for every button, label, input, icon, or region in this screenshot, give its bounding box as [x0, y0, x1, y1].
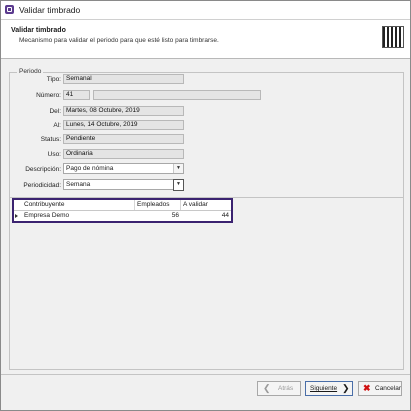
- descripcion-select-value: Pago de nómina: [66, 165, 114, 172]
- close-icon: ✖: [363, 383, 371, 393]
- footer-divider: [1, 374, 410, 375]
- al-label: Al:: [53, 122, 61, 129]
- qr-code-icon: [382, 26, 404, 48]
- numero-description-field: [93, 90, 261, 100]
- periodicidad-select-value: Semana: [66, 181, 91, 188]
- chevron-down-icon[interactable]: ▼: [173, 164, 183, 173]
- cell-empleados: 56: [171, 212, 179, 219]
- validar-timbrado-window: Validar timbrado Validar timbrado Mecani…: [0, 0, 411, 411]
- row-indicator-icon: [15, 214, 18, 218]
- table-row[interactable]: Empresa Demo 56 44: [14, 211, 231, 221]
- tipo-field: Semanal: [63, 74, 184, 84]
- contribuyentes-grid[interactable]: Contribuyente Empleados A validar Empres…: [12, 198, 233, 223]
- cell-contribuyente: Empresa Demo: [24, 212, 70, 219]
- next-arrow-icon: ❯: [342, 383, 350, 393]
- header-subtitle: Mecanismo para validar el periodo para q…: [19, 37, 219, 44]
- periodicidad-select[interactable]: Semana ▼: [63, 179, 184, 191]
- cancelar-button[interactable]: ✖ Cancelar: [358, 381, 402, 396]
- app-icon: [5, 5, 14, 14]
- siguiente-button-label: Siguiente: [310, 385, 338, 392]
- title-bar: Validar timbrado: [1, 1, 410, 20]
- cancelar-button-label: Cancelar: [375, 385, 402, 392]
- periodicidad-label: Periodicidad:: [23, 182, 61, 189]
- grid-header: Contribuyente Empleados A validar: [14, 200, 231, 211]
- column-header-a-validar[interactable]: A validar: [181, 200, 231, 210]
- atras-button-label: Atrás: [278, 385, 294, 392]
- wizard-header: Validar timbrado Mecanismo para validar …: [1, 20, 410, 59]
- status-label: Status:: [40, 136, 61, 143]
- column-header-contribuyente[interactable]: Contribuyente: [22, 200, 135, 210]
- column-header-empleados[interactable]: Empleados: [135, 200, 181, 210]
- uso-field: Ordinaria: [63, 149, 184, 159]
- cell-a-validar: 44: [221, 212, 229, 219]
- uso-label: Uso:: [47, 151, 61, 158]
- numero-field: 41: [63, 90, 90, 100]
- del-label: Del:: [49, 108, 61, 115]
- back-arrow-icon: ❮: [263, 383, 271, 393]
- chevron-down-icon[interactable]: ▼: [173, 179, 184, 191]
- periodo-legend: Periodo: [17, 68, 44, 75]
- al-date-field: Lunes, 14 Octubre, 2019: [63, 120, 184, 130]
- del-date-field: Martes, 08 Octubre, 2019: [63, 106, 184, 116]
- atras-button[interactable]: ❮ Atrás: [257, 381, 301, 396]
- siguiente-button[interactable]: Siguiente ❯: [305, 381, 353, 396]
- status-field: Pendiente: [63, 134, 184, 144]
- header-title: Validar timbrado: [11, 27, 66, 34]
- window-title: Validar timbrado: [19, 5, 81, 15]
- descripcion-label: Descripción:: [25, 166, 61, 173]
- tipo-label: Tipo:: [46, 76, 61, 83]
- numero-label: Número:: [36, 92, 61, 99]
- descripcion-select[interactable]: Pago de nómina ▼: [63, 163, 184, 174]
